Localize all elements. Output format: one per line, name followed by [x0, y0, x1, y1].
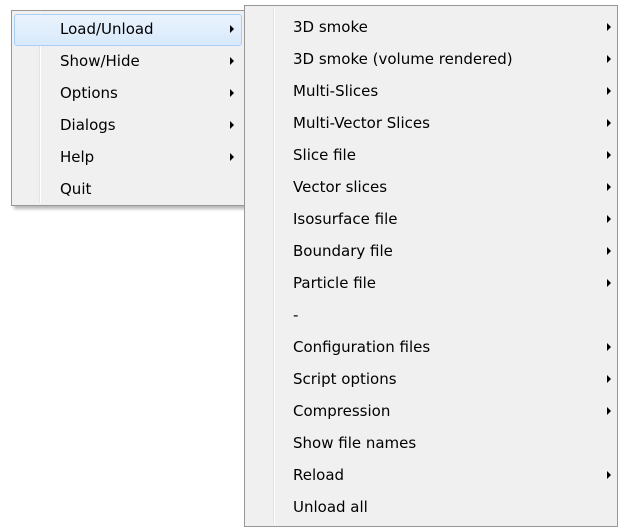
submenu-arrow-icon: [230, 89, 234, 97]
menu-item-label: Compression: [293, 402, 391, 420]
submenu-item-show-file-names[interactable]: Show file names: [247, 428, 615, 460]
submenu-item-3d-smoke[interactable]: 3D smoke: [247, 12, 615, 44]
menu-item-label: Configuration files: [293, 338, 431, 356]
submenu-item-configuration-files[interactable]: Configuration files: [247, 332, 615, 364]
submenu-arrow-icon: [230, 121, 234, 129]
submenu-arrow-icon: [230, 25, 234, 33]
menu-item-label: Help: [60, 148, 95, 166]
submenu-item-multi-slices[interactable]: Multi-Slices: [247, 76, 615, 108]
submenu-arrow-icon: [607, 151, 611, 159]
submenu-item-compression[interactable]: Compression: [247, 396, 615, 428]
menu-item-label: Vector slices: [293, 178, 388, 196]
submenu-arrow-icon: [607, 343, 611, 351]
submenu-arrow-icon: [607, 247, 611, 255]
menu-item-label: Quit: [60, 180, 92, 198]
submenu-item-separator[interactable]: -: [247, 300, 615, 332]
menu-item-label: Dialogs: [60, 116, 116, 134]
submenu-arrow-icon: [607, 279, 611, 287]
menu-item-label: Unload all: [293, 498, 368, 516]
submenu-item-script-options[interactable]: Script options: [247, 364, 615, 396]
menu-item-label: -: [293, 306, 299, 324]
menu-item-label: Show file names: [293, 434, 417, 452]
submenu-arrow-icon: [607, 87, 611, 95]
load-unload-submenu: 3D smoke 3D smoke (volume rendered) Mult…: [244, 5, 618, 527]
menu-item-label: Multi-Vector Slices: [293, 114, 430, 132]
menu-item-dialogs[interactable]: Dialogs: [14, 110, 242, 142]
submenu-item-3d-smoke-volume[interactable]: 3D smoke (volume rendered): [247, 44, 615, 76]
menu-item-label: Multi-Slices: [293, 82, 379, 100]
submenu-item-isosurface-file[interactable]: Isosurface file: [247, 204, 615, 236]
menu-item-label: Isosurface file: [293, 210, 398, 228]
submenu-arrow-icon: [607, 119, 611, 127]
menu-item-label: Script options: [293, 370, 397, 388]
submenu-arrow-icon: [607, 215, 611, 223]
menu-item-quit[interactable]: Quit: [14, 174, 242, 206]
menu-item-label: Load/Unload: [60, 20, 154, 38]
menu-item-label: Reload: [293, 466, 345, 484]
menu-item-show-hide[interactable]: Show/Hide: [14, 46, 242, 78]
submenu-item-boundary-file[interactable]: Boundary file: [247, 236, 615, 268]
main-context-menu: Load/Unload Show/Hide Options Dialogs He…: [11, 10, 245, 206]
submenu-arrow-icon: [607, 55, 611, 63]
submenu-item-multi-vector-slices[interactable]: Multi-Vector Slices: [247, 108, 615, 140]
menu-item-label: Particle file: [293, 274, 377, 292]
submenu-item-vector-slices[interactable]: Vector slices: [247, 172, 615, 204]
submenu-item-reload[interactable]: Reload: [247, 460, 615, 492]
submenu-arrow-icon: [607, 375, 611, 383]
menu-item-label: Boundary file: [293, 242, 393, 260]
submenu-arrow-icon: [607, 407, 611, 415]
menu-item-label: 3D smoke: [293, 18, 368, 36]
submenu-item-unload-all[interactable]: Unload all: [247, 492, 615, 524]
menu-item-label: Options: [60, 84, 118, 102]
menu-item-options[interactable]: Options: [14, 78, 242, 110]
submenu-item-slice-file[interactable]: Slice file: [247, 140, 615, 172]
menu-item-load-unload[interactable]: Load/Unload: [14, 14, 242, 46]
menu-item-label: 3D smoke (volume rendered): [293, 50, 513, 68]
submenu-arrow-icon: [607, 183, 611, 191]
submenu-arrow-icon: [607, 471, 611, 479]
submenu-item-particle-file[interactable]: Particle file: [247, 268, 615, 300]
menu-item-label: Slice file: [293, 146, 356, 164]
menu-item-help[interactable]: Help: [14, 142, 242, 174]
submenu-arrow-icon: [230, 57, 234, 65]
menu-item-label: Show/Hide: [60, 52, 140, 70]
submenu-arrow-icon: [607, 23, 611, 31]
submenu-arrow-icon: [230, 153, 234, 161]
